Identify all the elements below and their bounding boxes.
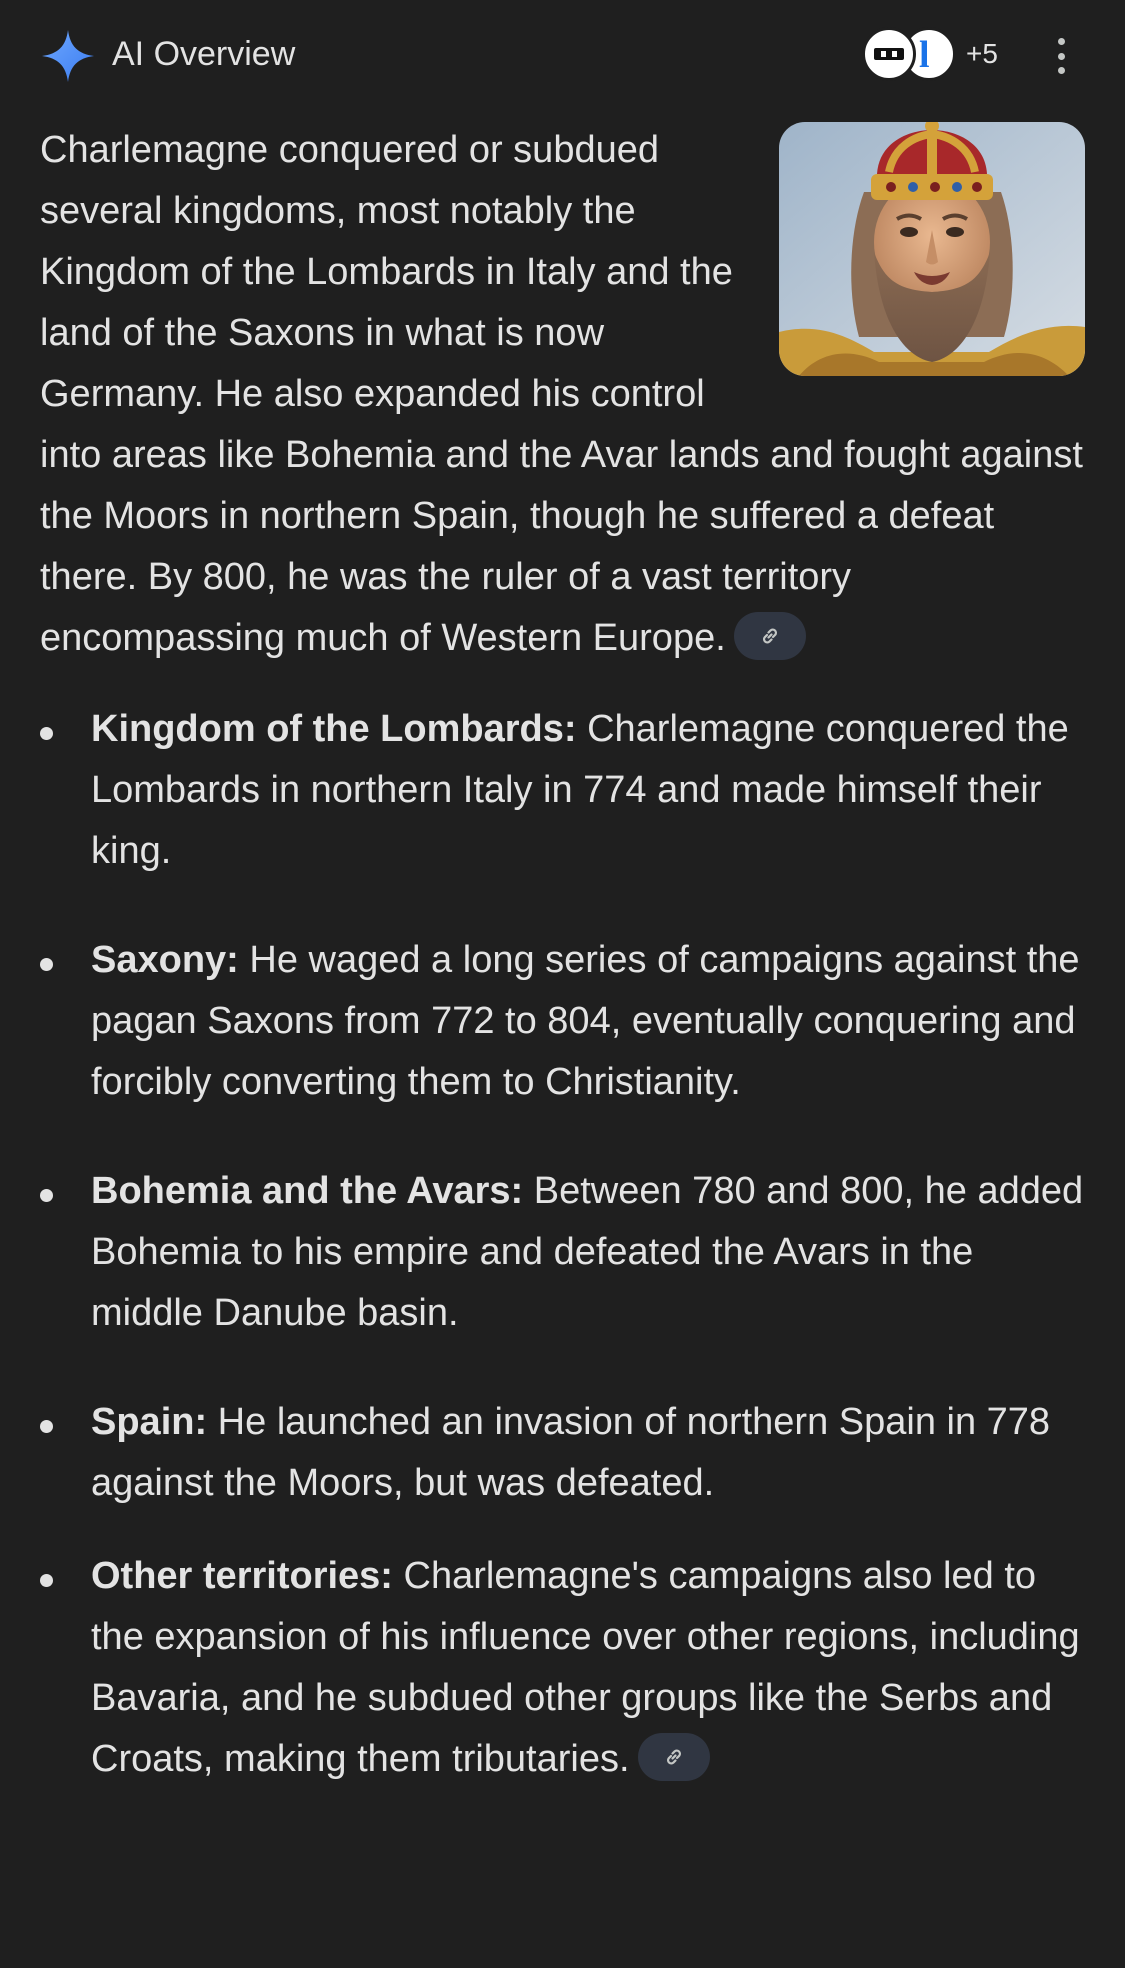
sources-more-count[interactable]: +5	[966, 38, 998, 70]
link-icon	[762, 628, 777, 644]
list-item-title: Saxony:	[91, 939, 239, 981]
list-item-title: Kingdom of the Lombards:	[91, 708, 577, 750]
portrait-illustration	[779, 122, 1085, 376]
list-item-title: Bohemia and the Avars:	[91, 1170, 524, 1212]
list-item: Saxony: He waged a long series of campai…	[40, 930, 1085, 1113]
source-avatar-1[interactable]	[862, 27, 916, 81]
list-item-text: He launched an invasion of northern Spai…	[91, 1401, 1051, 1504]
bullet-dot	[40, 727, 53, 740]
list-item-title: Spain:	[91, 1401, 208, 1443]
citation-link-chip[interactable]	[733, 611, 806, 660]
citation-link-chip[interactable]	[637, 1732, 710, 1781]
source-logo-letter: l	[919, 34, 930, 76]
bullet-dot	[40, 1420, 53, 1433]
list-item: Bohemia and the Avars: Between 780 and 8…	[40, 1161, 1085, 1344]
link-icon	[666, 1749, 681, 1765]
list-item: Kingdom of the Lombards: Charlemagne con…	[40, 699, 1085, 882]
bullet-dot	[40, 1189, 53, 1202]
list-item-title: Other territories:	[91, 1555, 393, 1597]
bullet-dot	[40, 1574, 53, 1587]
list-item-text: He waged a long series of campaigns agai…	[91, 939, 1080, 1103]
ai-overview-header: AI Overview l +5	[0, 0, 1125, 108]
source-logo-icon	[874, 48, 904, 60]
list-item: Spain: He launched an invasion of northe…	[40, 1392, 1085, 1514]
overview-content: Charlemagne conquered or subdued several…	[40, 120, 1085, 1790]
header-title: AI Overview	[112, 35, 296, 73]
gemini-sparkle-icon	[42, 30, 94, 82]
list-item: Other territories: Charlemagne's campaig…	[40, 1546, 1085, 1790]
charlemagne-portrait-image[interactable]	[779, 122, 1085, 376]
more-vert-icon[interactable]	[1046, 36, 1076, 76]
source-avatars[interactable]: l +5	[862, 27, 998, 81]
bullet-dot	[40, 958, 53, 971]
conquests-list: Kingdom of the Lombards: Charlemagne con…	[40, 699, 1085, 1790]
